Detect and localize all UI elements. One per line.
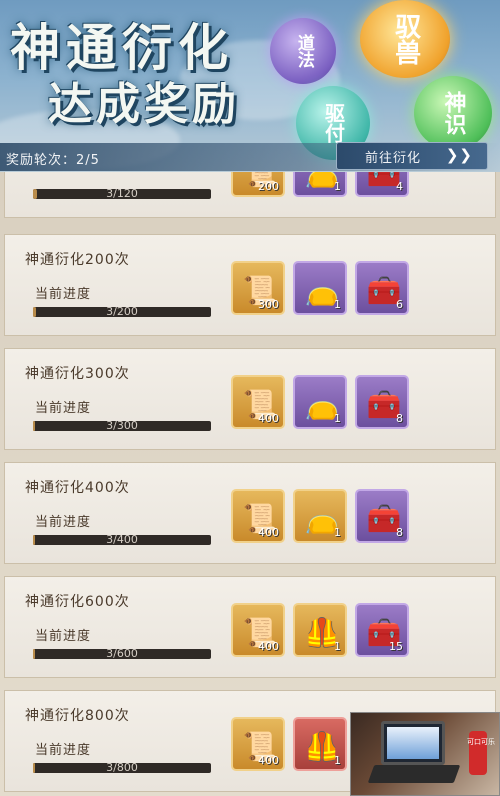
- reward-item[interactable]: 🦺 1: [293, 603, 347, 657]
- reward-quantity: 1: [334, 526, 341, 539]
- reward-item[interactable]: 📜 400: [231, 717, 285, 771]
- reward-item[interactable]: 🧰 4: [355, 172, 409, 197]
- progress-text: 3/300: [106, 419, 138, 432]
- progress-bar: 3/400: [33, 533, 211, 546]
- reward-item[interactable]: 🦺 1: [293, 717, 347, 771]
- task-row: 3/120 📜 200 👝 1 🧰 4: [4, 172, 496, 218]
- reward-item[interactable]: 🧰 6: [355, 261, 409, 315]
- orb-daofa: 道法: [270, 18, 336, 84]
- laptop-image: [381, 721, 445, 765]
- progress-text: 3/800: [106, 761, 138, 774]
- goto-evolve-label: 前往衍化: [365, 150, 422, 166]
- progress-label: 当前进度: [35, 515, 92, 530]
- reward-quantity: 4: [396, 180, 403, 193]
- task-title: 神通衍化200次: [25, 252, 130, 268]
- task-title: 神通衍化600次: [25, 594, 130, 610]
- orb-yushou: 驭兽: [360, 0, 450, 78]
- progress-bar: 3/600: [33, 647, 211, 660]
- progress-bar: 3/800: [33, 761, 211, 774]
- banner-title-line2: 达成奖励: [48, 79, 240, 130]
- reward-item[interactable]: 📜 400: [231, 375, 285, 429]
- reward-item[interactable]: 🧰 8: [355, 375, 409, 429]
- progress-label: 当前进度: [35, 743, 92, 758]
- reward-quantity: 1: [334, 180, 341, 193]
- reward-quantity: 300: [258, 298, 279, 311]
- reward-item[interactable]: 📜 200: [231, 172, 285, 197]
- task-title: 神通衍化800次: [25, 708, 130, 724]
- reward-quantity: 1: [334, 640, 341, 653]
- reward-quantity: 8: [396, 526, 403, 539]
- reward-item[interactable]: 📜 400: [231, 603, 285, 657]
- reward-quantity: 400: [258, 640, 279, 653]
- progress-text: 3/200: [106, 305, 138, 318]
- reward-quantity: 400: [258, 412, 279, 425]
- progress-bar: 3/300: [33, 419, 211, 432]
- reward-quantity: 200: [258, 180, 279, 193]
- progress-bar: 3/200: [33, 305, 211, 318]
- reward-quantity: 400: [258, 526, 279, 539]
- ad-thumbnail[interactable]: 可口可乐: [350, 712, 500, 796]
- reward-round-label: 奖励轮次：2/5: [6, 153, 100, 168]
- goto-evolve-button[interactable]: 前往衍化 ❯❯: [336, 142, 488, 170]
- reward-item[interactable]: 📜 400: [231, 489, 285, 543]
- progress-text: 3/120: [106, 187, 138, 200]
- cola-can-text: 可口可乐: [467, 738, 495, 746]
- reward-quantity: 15: [389, 640, 403, 653]
- progress-label: 当前进度: [35, 287, 92, 302]
- laptop-base: [367, 765, 461, 783]
- reward-quantity: 1: [334, 754, 341, 767]
- task-list[interactable]: 3/120 📜 200 👝 1 🧰 4 神通衍化200次 当前进度 3/200 📜 300 👝 1 🧰 6 神通…: [0, 172, 500, 796]
- reward-item[interactable]: 👝 1: [293, 261, 347, 315]
- task-title: 神通衍化300次: [25, 366, 130, 382]
- reward-item[interactable]: 👝 1: [293, 172, 347, 197]
- progress-text: 3/400: [106, 533, 138, 546]
- task-title: 神通衍化400次: [25, 480, 130, 496]
- reward-item[interactable]: 🧰 15: [355, 603, 409, 657]
- task-row: 神通衍化300次当前进度 3/300 📜 400 👝 1 🧰 8: [4, 348, 496, 450]
- orb-shenshi: 神识: [414, 76, 492, 150]
- task-row: 神通衍化200次当前进度 3/200 📜 300 👝 1 🧰 6: [4, 234, 496, 336]
- reward-quantity: 8: [396, 412, 403, 425]
- task-row: 神通衍化600次当前进度 3/600 📜 400 🦺 1 🧰 15: [4, 576, 496, 678]
- progress-label: 当前进度: [35, 401, 92, 416]
- reward-item[interactable]: 👝 1: [293, 489, 347, 543]
- progress-bar: 3/120: [33, 187, 211, 200]
- reward-quantity: 6: [396, 298, 403, 311]
- task-row: 神通衍化400次当前进度 3/400 📜 400 👝 1 🧰 8: [4, 462, 496, 564]
- reward-item[interactable]: 🧰 8: [355, 489, 409, 543]
- reward-quantity: 1: [334, 412, 341, 425]
- chevron-right-icon: ❯❯: [445, 146, 473, 164]
- reward-quantity: 400: [258, 754, 279, 767]
- reward-quantity: 1: [334, 298, 341, 311]
- reward-item[interactable]: 👝 1: [293, 375, 347, 429]
- progress-text: 3/600: [106, 647, 138, 660]
- reward-item[interactable]: 📜 300: [231, 261, 285, 315]
- progress-label: 当前进度: [35, 629, 92, 644]
